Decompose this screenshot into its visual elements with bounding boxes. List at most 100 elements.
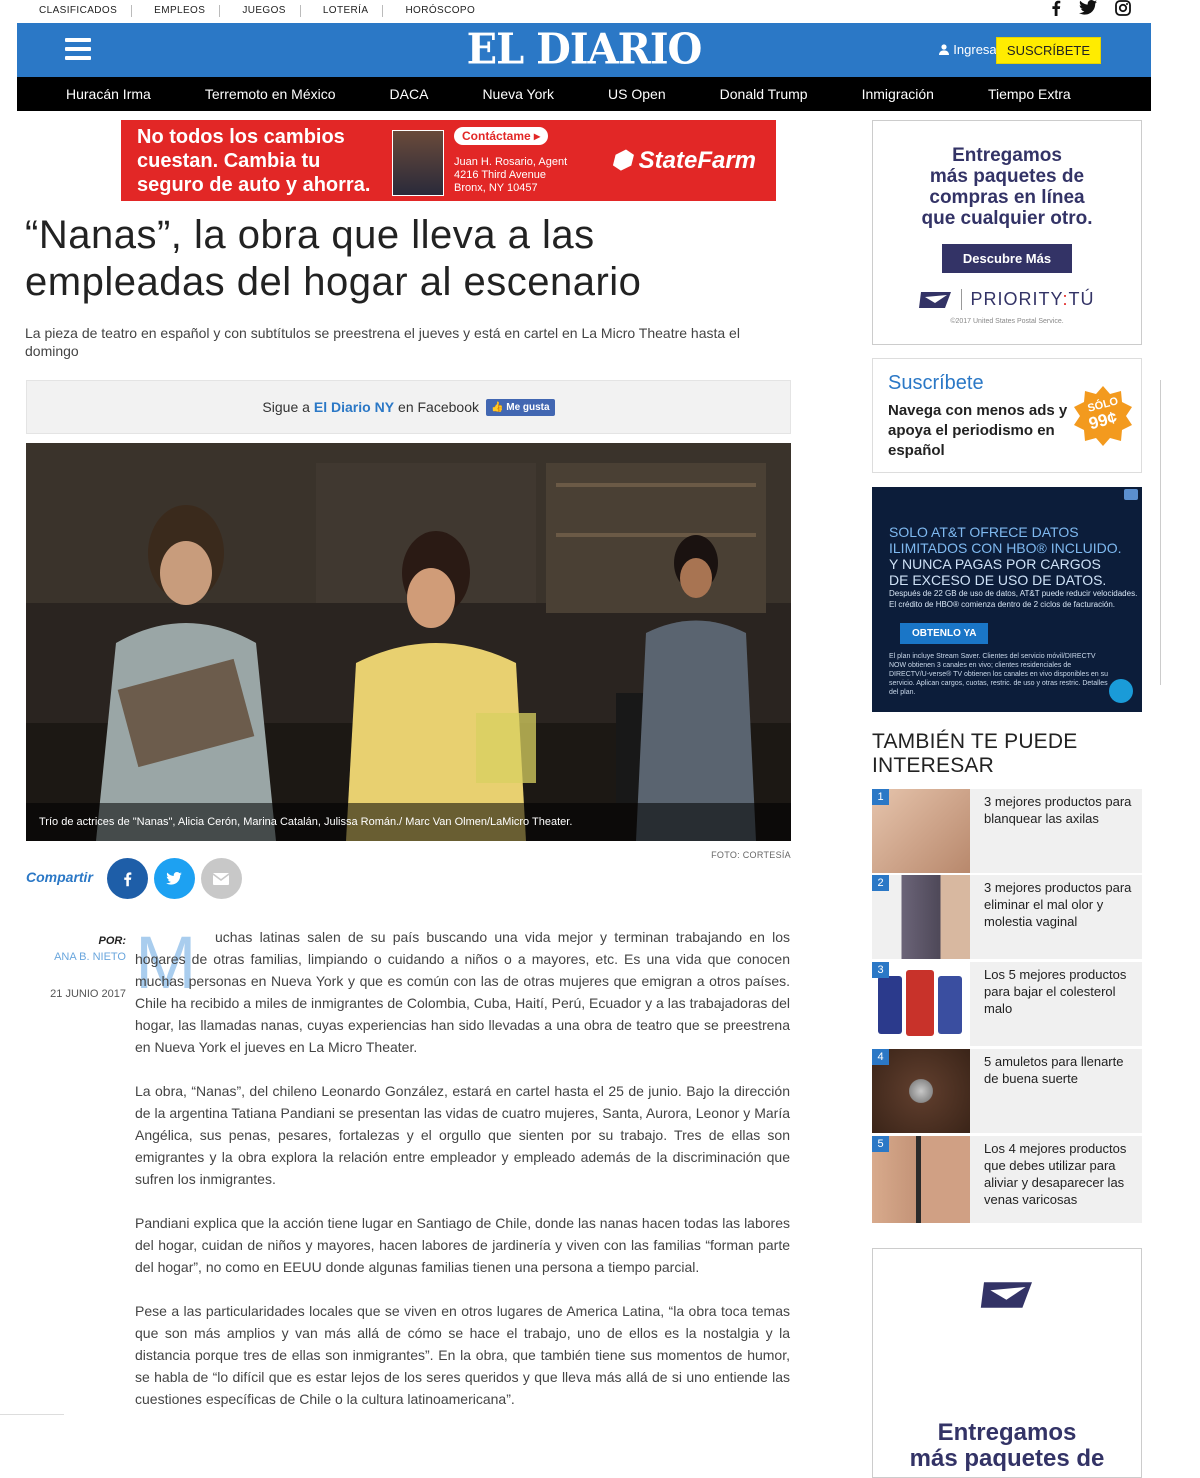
nav-item-terremoto-mexico[interactable]: Terremoto en México xyxy=(205,86,336,102)
usps-ad-text: Entregamos más paquetes de compras en lí… xyxy=(873,145,1141,229)
social-links xyxy=(1051,0,1131,16)
usps-fineprint: ©2017 United States Postal Service. xyxy=(950,318,1064,325)
twitter-icon xyxy=(166,872,183,885)
ad-line: seguro de auto y ahorra. xyxy=(137,174,371,196)
fb-page-link[interactable]: El Diario NY xyxy=(314,399,394,415)
ad-line: SOLO AT&T OFRECE DATOS xyxy=(889,524,1079,540)
usps-discover-button[interactable]: Descubre Más xyxy=(941,244,1073,273)
article-paragraph: La obra, “Nanas”, del chileno Leonardo G… xyxy=(135,1083,790,1187)
recommendation-title: Los 5 mejores productos para bajar el co… xyxy=(984,967,1127,1016)
utility-link-horoscopo[interactable]: HORÓSCOPO xyxy=(383,5,489,17)
utility-link-clasificados[interactable]: CLASIFICADOS xyxy=(17,5,133,17)
ad-line: ILIMITADOS CON HBO® INCLUIDO. xyxy=(889,540,1122,556)
user-icon xyxy=(939,44,950,55)
nav-item-donald-trump[interactable]: Donald Trump xyxy=(720,86,808,102)
article-body: uchas latinas salen de su país buscando … xyxy=(135,926,790,1432)
main-nav: Huracán Irma Terremoto en México DACA Nu… xyxy=(17,77,1151,111)
utility-link-loteria[interactable]: LOTERÍA xyxy=(301,5,384,17)
share-label: Compartir xyxy=(26,868,93,885)
nav-item-us-open[interactable]: US Open xyxy=(608,86,666,102)
facebook-follow-box: Sigue a El Diario NY en Facebook 👍 Me gu… xyxy=(26,380,791,434)
recommendation-item[interactable]: 4 5 amuletos para llenarte de buena suer… xyxy=(872,1049,1142,1133)
brand-name: StateFarm xyxy=(638,147,756,174)
subscribe-button[interactable]: SUSCRÍBETE xyxy=(995,37,1101,64)
recommendation-title: 5 amuletos para llenarte de buena suerte xyxy=(984,1054,1124,1086)
login-label: Ingresar xyxy=(953,42,1001,57)
facebook-icon xyxy=(124,871,132,886)
subscribe-box[interactable]: Suscríbete Navega con menos ads y apoya … xyxy=(872,358,1142,473)
recommendation-item[interactable]: 2 3 mejores productos para eliminar el m… xyxy=(872,875,1142,959)
agent-address: 4216 Third Avenue xyxy=(454,169,546,181)
scrollbar-track[interactable] xyxy=(1160,380,1161,685)
nav-item-inmigracion[interactable]: Inmigración xyxy=(862,86,934,102)
publish-date: 21 JUNIO 2017 xyxy=(50,988,126,1000)
share-email-button[interactable] xyxy=(200,858,242,899)
share-bar: Compartir xyxy=(26,858,242,899)
twitter-icon[interactable] xyxy=(1079,0,1097,15)
ad-line: Entregamos xyxy=(937,1419,1077,1446)
article-photo[interactable]: Trío de actrices de "Nanas", Alicia Ceró… xyxy=(26,443,791,841)
statefarm-banner-ad[interactable]: No todos los cambios cuestan. Cambia tu … xyxy=(121,120,776,201)
envelope-icon xyxy=(213,872,230,885)
recommendation-number: 5 xyxy=(872,1136,889,1152)
ad-line: Y NUNCA PAGAS POR CARGOS xyxy=(889,556,1101,572)
subscribe-title: Suscríbete xyxy=(888,372,984,394)
article-headline: “Nanas”, la obra que lleva a las emplead… xyxy=(25,213,642,304)
nav-item-tiempo-extra[interactable]: Tiempo Extra xyxy=(988,86,1071,102)
recommendation-title: 3 mejores productos para eliminar el mal… xyxy=(984,880,1132,929)
utility-link-empleos[interactable]: EMPLEOS xyxy=(132,5,221,17)
recommendation-number: 1 xyxy=(872,789,889,805)
recommendation-item[interactable]: 5 Los 4 mejores productos que debes util… xyxy=(872,1136,1142,1223)
ad-headline: No todos los cambios cuestan. Cambia tu … xyxy=(137,125,370,197)
byline: POR: ANA B. NIETO 21 JUNIO 2017 xyxy=(26,935,126,1000)
login-link[interactable]: Ingresar xyxy=(939,42,1001,57)
ad-contact-button[interactable]: Contáctame ▸ xyxy=(454,127,549,145)
fb-like-button[interactable]: 👍 Me gusta xyxy=(486,398,555,416)
usps-logo: PRIORITY:TÚ xyxy=(873,289,1141,310)
utility-link-juegos[interactable]: JUEGOS xyxy=(220,5,301,17)
att-cta-button[interactable]: OBTENLO YA xyxy=(900,623,989,644)
recommendation-item[interactable]: 1 3 mejores productos para blanquear las… xyxy=(872,789,1142,873)
byline-label: POR: xyxy=(98,935,127,947)
article-paragraph: Pandiani explica que la acción tiene lug… xyxy=(135,1215,790,1275)
att-ad-headline: SOLO AT&T OFRECE DATOS ILIMITADOS CON HB… xyxy=(889,524,1139,588)
share-facebook-button[interactable] xyxy=(106,858,148,899)
recommendation-number: 2 xyxy=(872,875,889,891)
photo-image xyxy=(26,443,791,841)
share-twitter-button[interactable] xyxy=(153,858,195,899)
facebook-icon[interactable] xyxy=(1051,0,1061,16)
price-badge: SÓLO 99¢ xyxy=(1073,386,1133,446)
recommendation-item[interactable]: 3 Los 5 mejores productos para bajar el … xyxy=(872,962,1142,1046)
att-ad[interactable]: SOLO AT&T OFRECE DATOS ILIMITADOS CON HB… xyxy=(872,487,1142,712)
nav-item-daca[interactable]: DACA xyxy=(390,86,429,102)
brand-text: TÚ xyxy=(1068,289,1095,309)
utility-links: CLASIFICADOS EMPLEOS JUEGOS LOTERÍA HORÓ… xyxy=(17,5,489,17)
ad-line: No todos los cambios xyxy=(137,126,345,148)
usps-ad[interactable]: Entregamos más paquetes de compras en lí… xyxy=(872,120,1142,345)
usps-ad-2[interactable]: Entregamos más paquetes de xyxy=(872,1248,1142,1478)
eagle-icon xyxy=(980,1282,1032,1308)
att-fineprint: Después de 22 GB de uso de datos, AT&T p… xyxy=(889,589,1138,609)
article-paragraph: uchas latinas salen de su país buscando … xyxy=(135,929,790,1055)
article-subhead: La pieza de teatro en español y con subt… xyxy=(25,325,740,359)
subscribe-text: Navega con menos ads y apoya el periodis… xyxy=(888,402,1068,459)
photo-caption: Trío de actrices de "Nanas", Alicia Ceró… xyxy=(26,803,791,841)
brand-text: PRIORITY xyxy=(970,289,1063,309)
ad-line: compras en línea xyxy=(929,187,1085,208)
ad-line: más paquetes de xyxy=(909,1445,1105,1472)
ad-line: más paquetes de xyxy=(929,166,1085,187)
statefarm-logo: ⬢ StateFarm xyxy=(611,147,756,174)
ad-line: Entregamos xyxy=(952,145,1062,166)
article-paragraph: Pese a las particularidades locales que … xyxy=(135,1303,790,1407)
att-disclaimer: El plan incluye Stream Saver. Clientes d… xyxy=(889,653,1109,696)
recommendation-title: Los 4 mejores productos que debes utiliz… xyxy=(984,1141,1127,1207)
eagle-icon xyxy=(919,291,952,308)
adchoices-icon[interactable] xyxy=(1124,489,1138,500)
nav-item-nueva-york[interactable]: Nueva York xyxy=(482,86,554,102)
masthead: EL DIARIO Ingresar SUSCRÍBETE xyxy=(17,23,1151,77)
nav-item-huracan-irma[interactable]: Huracán Irma xyxy=(66,86,151,102)
instagram-icon[interactable] xyxy=(1115,0,1131,16)
recommendation-number: 4 xyxy=(872,1049,889,1065)
author-link[interactable]: ANA B. NIETO xyxy=(26,951,126,963)
ad-line: cuestan. Cambia tu xyxy=(137,150,321,172)
